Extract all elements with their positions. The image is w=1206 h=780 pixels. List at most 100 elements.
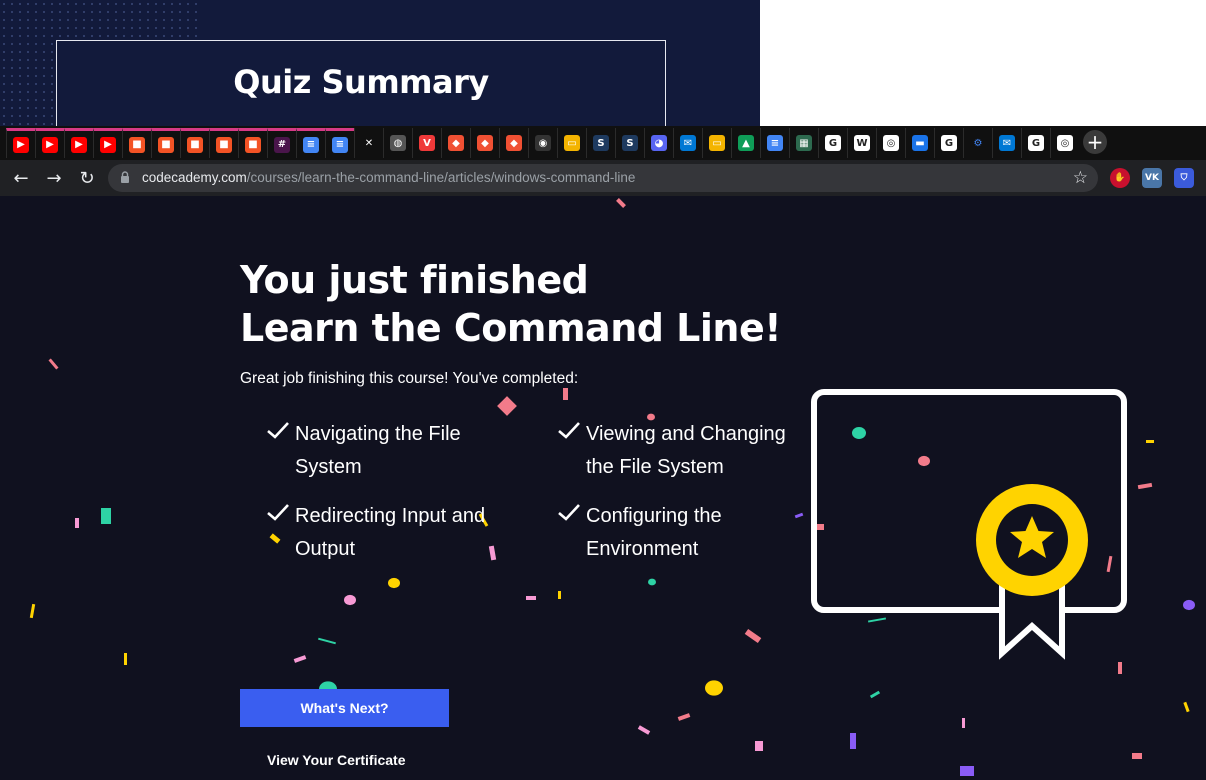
microsoft-icon: ■	[216, 136, 232, 153]
browser-tab[interactable]: ▶	[93, 128, 122, 158]
adblock-icon[interactable]: ✋	[1110, 168, 1130, 188]
close-icon[interactable]: ✕	[361, 135, 377, 151]
microsoft-icon: ■	[158, 136, 174, 153]
confetti-piece	[1132, 753, 1142, 759]
confetti-piece	[960, 766, 974, 776]
checkmark-icon	[267, 504, 289, 521]
confetti-piece	[526, 596, 536, 600]
confetti-piece	[637, 725, 651, 735]
certificate-illustration	[811, 389, 1127, 660]
browser-tab[interactable]: ◍	[383, 128, 412, 158]
confetti-piece	[48, 358, 59, 370]
browser-tab[interactable]: ✉	[673, 128, 702, 158]
confetti-piece	[677, 713, 691, 721]
youtube-icon: ▶	[100, 136, 116, 153]
browser-tab[interactable]: ■	[238, 128, 267, 158]
google-docs-icon: ≡	[303, 136, 319, 153]
browser-tab[interactable]: G	[1021, 128, 1050, 158]
browser-toolbar: ← → ↻ codecademy.com/courses/learn-the-c…	[0, 160, 1206, 196]
microsoft-icon: ■	[245, 136, 261, 153]
browser-tab[interactable]: ✉	[992, 128, 1021, 158]
browser-tab[interactable]: S	[586, 128, 615, 158]
confetti-piece	[648, 578, 656, 586]
tab-strip: ▶ ▶ ▶ ▶ ■ ■ ■ ■ ■ # ≡ ≡ ✕ ◍ V ◆ ◆ ◆ ◉ ▭ S S ◕ ✉ ▭ ▲ ≡ ▦ G W ◎ ▬ G ⚙ ✉ G ◎ +	[0, 126, 1206, 160]
browser-tab[interactable]: ▦	[789, 128, 818, 158]
bookmark-star-icon[interactable]: ☆	[1073, 168, 1088, 188]
browser-tab[interactable]: ▭	[557, 128, 586, 158]
screen: Quiz Summary ▶ ▶ ▶ ▶ ■ ■ ■ ■ ■ # ≡ ≡ ✕ ◍ V ◆ ◆ ◆ ◉ ▭ S S ◕ ✉ ▭ ▲ ≡…	[0, 0, 1206, 780]
vk-icon[interactable]: VK	[1142, 168, 1162, 188]
confetti-piece	[962, 718, 965, 728]
shield-icon[interactable]: ⛉	[1174, 168, 1194, 188]
address-bar[interactable]: codecademy.com/courses/learn-the-command…	[108, 164, 1098, 192]
confetti-piece	[497, 396, 517, 416]
git-icon: ◆	[506, 135, 522, 151]
whats-next-button[interactable]: What's Next?	[240, 689, 449, 727]
forward-button[interactable]: →	[43, 167, 65, 189]
view-certificate-link[interactable]: View Your Certificate	[267, 752, 406, 768]
browser-tab[interactable]: S	[615, 128, 644, 158]
browser-tab[interactable]: ▲	[731, 128, 760, 158]
browser-tab[interactable]: G	[818, 128, 847, 158]
completed-item: Redirecting Input and Output	[267, 500, 535, 566]
sheet-icon: ▦	[796, 135, 812, 151]
confetti-piece	[1137, 482, 1153, 490]
lock-icon	[121, 171, 129, 183]
confetti-piece	[563, 388, 568, 400]
youtube-icon: ▶	[13, 136, 29, 153]
browser-tab[interactable]: ◆	[441, 128, 470, 158]
google-icon: G	[1028, 135, 1044, 151]
browser-tab[interactable]: ▶	[35, 128, 64, 158]
course-complete-page: You just finished Learn the Command Line…	[0, 196, 1206, 780]
browser-tab[interactable]: ■	[209, 128, 238, 158]
confetti-piece	[744, 628, 762, 644]
browser-tab[interactable]: ⚙	[963, 128, 992, 158]
checkmark-icon	[267, 422, 289, 439]
browser-tab[interactable]: ◎	[876, 128, 905, 158]
chrome-icon: ◎	[883, 135, 899, 151]
browser-tab[interactable]: ■	[180, 128, 209, 158]
s-icon: S	[593, 135, 609, 151]
slack-icon: #	[274, 136, 290, 153]
title-line-1: You just finished	[240, 258, 589, 302]
browser-tab[interactable]: ▬	[905, 128, 934, 158]
microsoft-icon: ■	[129, 136, 145, 153]
youtube-icon: ▶	[42, 136, 58, 153]
reload-button[interactable]: ↻	[76, 167, 98, 189]
new-tab-button[interactable]: +	[1083, 130, 1107, 154]
quiz-summary-title: Quiz Summary	[233, 63, 489, 101]
browser-tab[interactable]: ◎	[1050, 128, 1079, 158]
google-drive-icon: ▲	[738, 135, 754, 151]
browser-tab[interactable]: ≡	[296, 128, 325, 158]
chrome-icon: ◎	[1057, 135, 1073, 151]
back-button[interactable]: ←	[10, 167, 32, 189]
browser-tab[interactable]: ■	[151, 128, 180, 158]
confetti-piece	[869, 690, 881, 699]
confetti-piece	[269, 533, 281, 544]
google-icon: G	[941, 135, 957, 151]
browser-tab[interactable]: ◆	[470, 128, 499, 158]
browser-tab[interactable]: ◆	[499, 128, 528, 158]
browser-tab[interactable]: G	[934, 128, 963, 158]
browser-tab[interactable]: ▶	[64, 128, 93, 158]
browser-tab[interactable]: ≡	[760, 128, 789, 158]
confetti-piece	[616, 198, 626, 208]
google-docs-icon: ≡	[332, 136, 348, 153]
browser-tab[interactable]: ≡	[325, 128, 354, 158]
browser-tab[interactable]: W	[847, 128, 876, 158]
browser-tab[interactable]: #	[267, 128, 296, 158]
browser-tab[interactable]: ◉	[528, 128, 557, 158]
browser-tab[interactable]: V	[412, 128, 441, 158]
browser-tab[interactable]: ▶	[6, 128, 35, 158]
google-slides-icon: ▭	[564, 135, 580, 151]
git-icon: ◆	[448, 135, 464, 151]
confetti-piece	[318, 637, 336, 645]
confetti-piece	[344, 594, 356, 606]
page-title: You just finished Learn the Command Line…	[240, 256, 782, 352]
browser-tab[interactable]: ◕	[644, 128, 673, 158]
confetti-piece	[705, 680, 723, 696]
browser-tab[interactable]: ▭	[702, 128, 731, 158]
browser-tab[interactable]: ■	[122, 128, 151, 158]
tab-active[interactable]: ✕	[354, 128, 383, 158]
checkmark-icon	[558, 422, 580, 439]
